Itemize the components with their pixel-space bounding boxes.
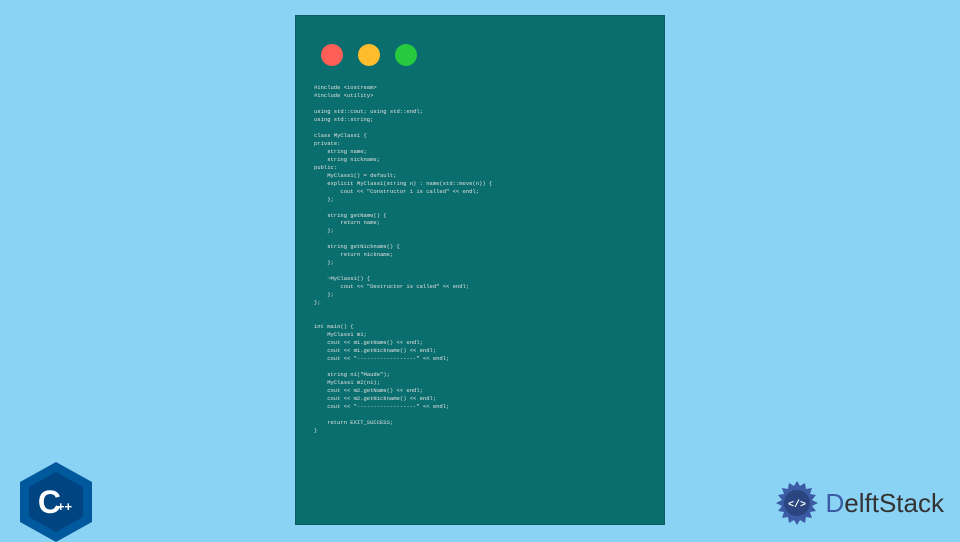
delftstack-gear-icon: </>: [772, 478, 822, 528]
code-window: #include <iostream> #include <utility> u…: [295, 15, 665, 525]
maximize-dot: [395, 44, 417, 66]
delftstack-logo: </> DelftStack: [772, 478, 945, 528]
delftstack-text: DelftStack: [826, 488, 945, 519]
minimize-dot: [358, 44, 380, 66]
cpp-c-letter: C: [38, 484, 59, 521]
svg-text:</>: </>: [787, 499, 805, 511]
cpp-plus-letters: ++: [57, 499, 72, 514]
delft-rest: elftStack: [844, 488, 944, 518]
close-dot: [321, 44, 343, 66]
cpp-hex-icon: C ++: [20, 462, 92, 542]
code-content: #include <iostream> #include <utility> u…: [296, 66, 664, 435]
cpp-logo: C ++: [20, 462, 92, 540]
delft-d: D: [826, 488, 845, 518]
traffic-lights: [296, 16, 664, 66]
